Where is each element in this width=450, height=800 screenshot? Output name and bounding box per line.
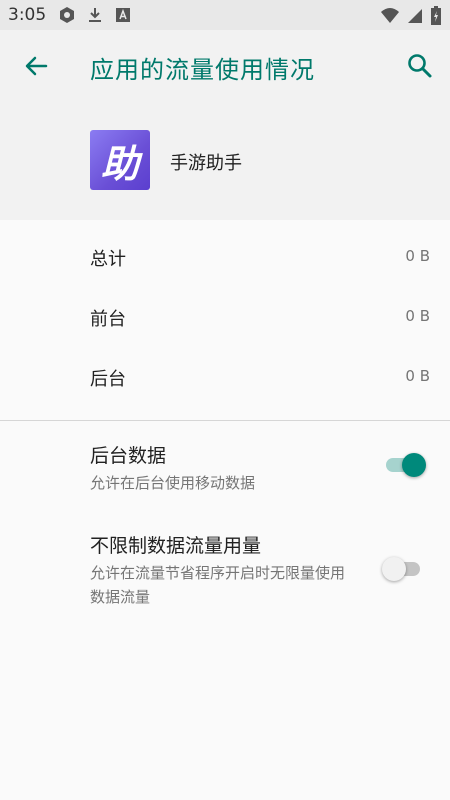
- usage-row-background: 后台 0 B: [0, 345, 450, 405]
- switch-thumb: [402, 453, 426, 477]
- usage-row-total: 总计 0 B: [0, 225, 450, 285]
- battery-icon: [430, 6, 442, 30]
- app-name: 手游助手: [170, 153, 242, 174]
- status-left-icons: [58, 6, 132, 28]
- app-icon-glyph: 助: [100, 141, 139, 186]
- background-data-setting[interactable]: 后台数据 允许在后台使用移动数据: [0, 441, 450, 501]
- search-button[interactable]: [404, 50, 436, 82]
- back-button[interactable]: [20, 50, 52, 82]
- status-time: 3:05: [8, 5, 47, 25]
- page-title: 应用的流量使用情况: [90, 56, 315, 84]
- app-icon: 助: [90, 130, 150, 190]
- background-data-title: 后台数据: [90, 445, 167, 467]
- usage-value: 0 B: [405, 307, 430, 325]
- arrow-back-icon: [25, 56, 48, 76]
- usage-value: 0 B: [405, 247, 430, 265]
- download-icon: [86, 6, 104, 28]
- app-header: 助 手游助手: [0, 102, 450, 220]
- unrestricted-data-setting[interactable]: 不限制数据流量用量 允许在流量节省程序开启时无限量使用数据流量: [0, 531, 450, 611]
- font-a-icon: [114, 6, 132, 28]
- usage-value: 0 B: [405, 367, 430, 385]
- unrestricted-data-title: 不限制数据流量用量: [90, 535, 262, 557]
- status-bar: 3:05: [0, 0, 450, 30]
- background-data-switch[interactable]: [382, 450, 428, 480]
- app-bar: 应用的流量使用情况: [0, 30, 450, 102]
- search-icon: [408, 54, 432, 78]
- usage-label: 总计: [90, 249, 126, 270]
- section-divider: [0, 420, 450, 421]
- unrestricted-data-switch[interactable]: [382, 554, 428, 584]
- status-right-icons: [380, 6, 442, 30]
- cellular-signal-icon: [406, 7, 424, 29]
- usage-label: 前台: [90, 309, 126, 330]
- usage-label: 后台: [90, 369, 126, 390]
- usage-row-foreground: 前台 0 B: [0, 285, 450, 345]
- background-data-summary: 允许在后台使用移动数据: [90, 474, 256, 492]
- switch-thumb: [382, 557, 406, 581]
- app-notification-icon: [58, 6, 76, 28]
- unrestricted-data-summary: 允许在流量节省程序开启时无限量使用数据流量: [90, 564, 346, 606]
- wifi-icon: [380, 7, 400, 29]
